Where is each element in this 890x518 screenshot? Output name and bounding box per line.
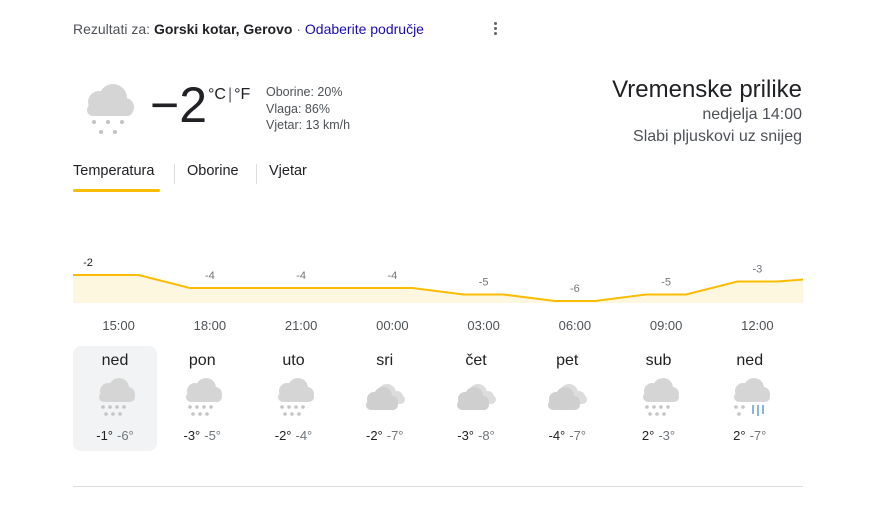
day-temps: -3° -5° xyxy=(160,428,244,443)
day-high: 2° xyxy=(733,428,746,443)
day-temps: -3° -8° xyxy=(434,428,518,443)
day-card[interactable]: sub 2° -3° xyxy=(617,346,701,451)
cloud-snow-icon xyxy=(178,376,226,420)
wind-text: Vjetar: 13 km/h xyxy=(266,118,351,132)
day-name: ned xyxy=(736,352,764,369)
day-name: čet xyxy=(465,352,487,369)
unit-separator: | xyxy=(227,86,233,103)
separator-dot: · xyxy=(296,21,301,37)
unit-celsius[interactable]: °C xyxy=(208,86,226,103)
tab-divider xyxy=(174,164,175,184)
results-prefix: Rezultati za: xyxy=(73,21,151,37)
time-label: 15:00 xyxy=(102,318,135,333)
summary-datetime: nedjelja 14:00 xyxy=(702,106,802,123)
weather-summary: Vremenske prilike nedjelja 14:00 Slabi p… xyxy=(612,76,802,148)
cloud-snow-icon xyxy=(635,376,683,420)
unit-fahrenheit[interactable]: °F xyxy=(234,86,250,103)
day-low: -8° xyxy=(478,428,495,443)
time-label: 06:00 xyxy=(558,318,592,333)
summary-title: Vremenske prilike xyxy=(612,76,802,103)
day-name: pet xyxy=(556,352,579,369)
day-card[interactable]: uto -2° -4° xyxy=(252,346,336,451)
time-label: 18:00 xyxy=(193,318,227,333)
temperature-label: -4 xyxy=(387,270,397,282)
day-high: -2° xyxy=(274,428,292,443)
day-low: -4° xyxy=(295,428,313,443)
day-temps: 2° -7° xyxy=(708,428,792,443)
cloudy-icon xyxy=(361,376,409,420)
day-high: -4° xyxy=(548,428,566,443)
day-name: sub xyxy=(645,352,672,369)
change-area-link[interactable]: Odaberite područje xyxy=(305,21,424,37)
current-details: Oborine: 20% Vlaga: 86% Vjetar: 13 km/h xyxy=(266,84,350,134)
cloud-snow-icon xyxy=(91,376,139,420)
precipitation-text: Oborine: 20% xyxy=(266,85,343,99)
day-card[interactable]: pet -4° -7° xyxy=(525,346,609,451)
day-low: -7° xyxy=(569,428,587,443)
day-low: -3° xyxy=(658,428,676,443)
rain-snow-icon xyxy=(726,376,774,420)
day-temps: -4° -7° xyxy=(525,428,609,443)
day-name: sri xyxy=(376,352,394,369)
day-low: -7° xyxy=(749,428,767,443)
day-temps: 2° -3° xyxy=(617,428,701,443)
temperature-label: -4 xyxy=(205,270,215,282)
tab-temperatura[interactable]: Temperatura xyxy=(73,163,154,179)
day-name: uto xyxy=(282,352,305,369)
day-low: -5° xyxy=(204,428,222,443)
day-low: -7° xyxy=(386,428,404,443)
cloud-snow-icon xyxy=(270,376,318,420)
location-name: Gorski kotar, Gerovo xyxy=(153,21,293,37)
active-tab-indicator xyxy=(73,189,160,192)
temperature-label: -6 xyxy=(570,283,580,295)
day-card[interactable]: sri -2° -7° xyxy=(343,346,427,451)
day-card[interactable]: ned 2° -7° xyxy=(708,346,792,451)
time-label: 21:00 xyxy=(284,318,318,333)
unit-switch: °C | °F xyxy=(208,86,250,104)
day-name: ned xyxy=(101,352,129,369)
cloudy-icon xyxy=(452,376,500,420)
tab-oborine[interactable]: Oborine xyxy=(187,163,239,179)
temperature-area xyxy=(73,275,803,303)
day-high: -3° xyxy=(183,428,201,443)
day-card[interactable]: ned -1° -6° xyxy=(73,346,157,451)
day-low: -6° xyxy=(117,428,134,443)
day-high: -2° xyxy=(365,428,383,443)
results-for: Rezultati za: Gorski kotar, Gerovo · Oda… xyxy=(73,21,424,37)
more-vert-icon[interactable] xyxy=(490,20,500,38)
bottom-divider xyxy=(73,486,803,487)
tab-vjetar[interactable]: Vjetar xyxy=(269,163,307,179)
day-high: -1° xyxy=(96,428,113,443)
current-temperature: −2 xyxy=(150,77,208,133)
temperature-label: -4 xyxy=(296,270,306,282)
day-temps: -2° -7° xyxy=(343,428,427,443)
humidity-text: Vlaga: 86% xyxy=(266,101,330,116)
day-card[interactable]: pon -3° -5° xyxy=(160,346,244,451)
tab-divider xyxy=(256,164,257,184)
temperature-label: -5 xyxy=(661,277,671,289)
time-label: 03:00 xyxy=(467,318,500,333)
day-high: -3° xyxy=(457,428,474,443)
day-temps: -1° -6° xyxy=(73,428,157,443)
temperature-label: -2 xyxy=(83,257,93,269)
time-label: 00:00 xyxy=(376,318,409,333)
summary-condition: Slabi pljuskovi uz snijeg xyxy=(633,128,802,145)
day-high: 2° xyxy=(641,428,655,443)
time-label: 12:00 xyxy=(741,318,774,333)
forecast-tabs: Temperatura Oborine Vjetar xyxy=(73,163,373,193)
day-name: pon xyxy=(188,352,216,369)
day-card[interactable]: čet -3° -8° xyxy=(434,346,518,451)
cloud-snow-icon xyxy=(77,80,137,140)
cloudy-icon xyxy=(543,376,591,420)
temperature-label: -3 xyxy=(752,264,762,276)
day-temps: -2° -4° xyxy=(252,428,336,443)
temperature-label: -5 xyxy=(479,277,489,289)
temperature-chart: -2 -4 -4 -4 -5 -6 -5 -3 xyxy=(73,257,803,303)
time-label: 09:00 xyxy=(649,318,683,333)
